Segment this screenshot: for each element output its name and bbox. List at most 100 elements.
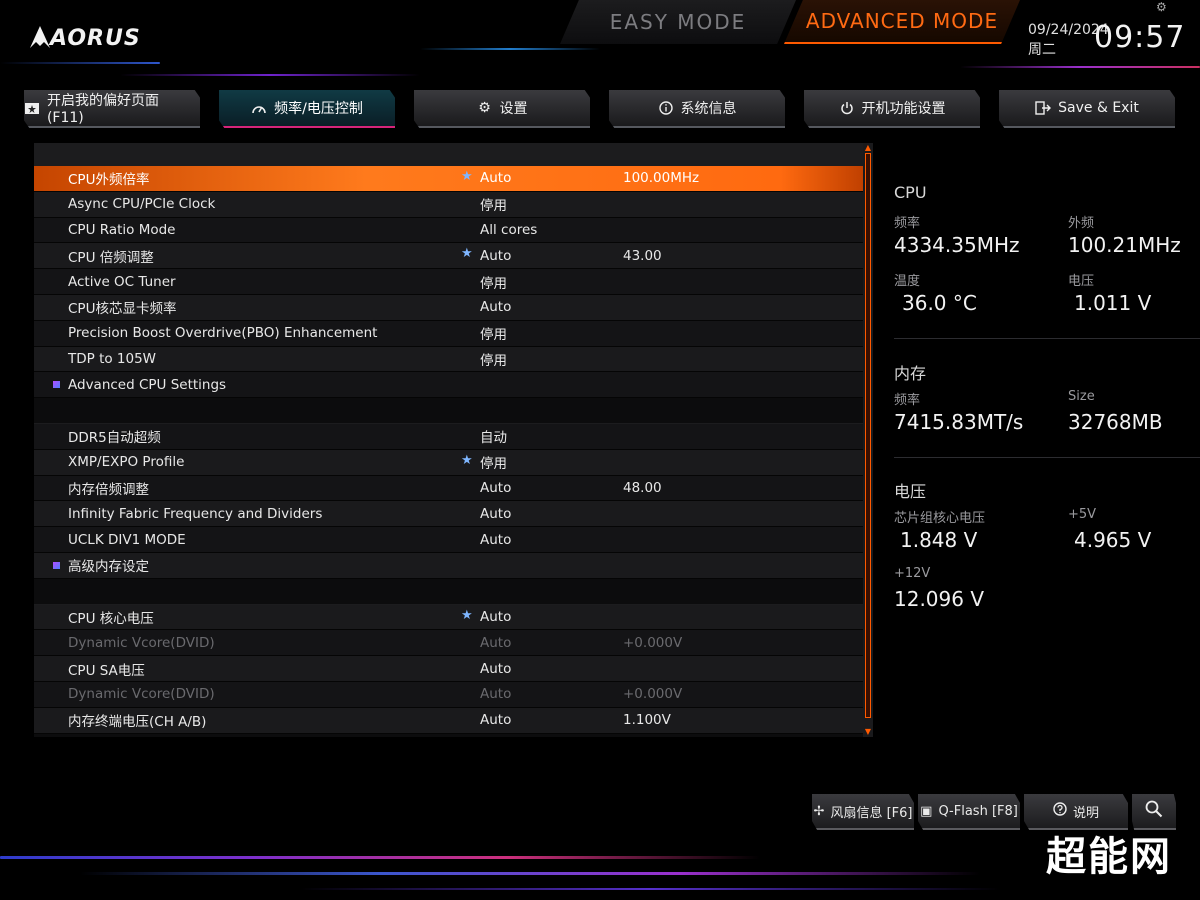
setting-name: XMP/EXPO Profile xyxy=(68,454,185,471)
search-icon xyxy=(1145,800,1163,822)
scroll-thumb[interactable] xyxy=(865,153,871,718)
setting-value: 停用 xyxy=(480,352,507,369)
setting-name: DDR5自动超频 xyxy=(68,430,161,447)
setting-value: 停用 xyxy=(480,456,507,473)
settings-spacer-row xyxy=(34,398,863,424)
settings-spacer-row xyxy=(34,578,863,605)
settings-gear-icon[interactable]: ⚙ xyxy=(1156,0,1170,14)
settings-row[interactable]: Async CPU/PCIe Clock 停用 xyxy=(34,191,863,218)
tab-my-favorites[interactable]: 开启我的偏好页面 (F11) xyxy=(24,90,200,128)
settings-row[interactable]: Active OC Tuner 停用 xyxy=(34,269,863,295)
settings-row[interactable]: CPU 核心电压 ★ Auto xyxy=(34,604,863,631)
tab-label: Save & Exit xyxy=(1058,100,1139,116)
easy-mode-tab[interactable]: EASY MODE xyxy=(560,0,796,44)
settings-row[interactable]: Dynamic Vcore(DVID) Auto +0.000V xyxy=(34,630,863,657)
setting-value: Auto xyxy=(480,660,512,677)
divider xyxy=(894,457,1200,458)
setting-value: Auto xyxy=(480,247,512,264)
settings-row[interactable]: 内存终端电压(CH A/B) Auto 1.100V xyxy=(34,707,863,734)
divider xyxy=(894,338,1200,339)
settings-row[interactable]: CPU Ratio Mode All cores xyxy=(34,217,863,244)
settings-row[interactable]: UCLK DIV1 MODE Auto xyxy=(34,527,863,553)
settings-row[interactable]: CPU SA电压 Auto xyxy=(34,656,863,682)
cpu-volt-value: 1.011 V xyxy=(1074,291,1152,315)
settings-row[interactable]: XMP/EXPO Profile ★ 停用 xyxy=(34,449,863,476)
decor-streak xyxy=(120,74,420,76)
favorite-star-icon[interactable]: ★ xyxy=(461,169,473,184)
tab-settings[interactable]: ⚙ 设置 xyxy=(414,90,590,128)
fan-info-label: 风扇信息 [F6] xyxy=(830,805,913,821)
v12-label: +12V xyxy=(894,566,931,581)
favorite-star-icon[interactable]: ★ xyxy=(461,453,473,468)
settings-row[interactable]: CPU 倍频调整 ★ Auto 43.00 xyxy=(34,243,863,270)
settings-rows: CPU外频倍率 ★ Auto 100.00MHz Async CPU/PCIe Cloc… xyxy=(34,166,863,734)
settings-row[interactable]: Dynamic Vcore(DVID) Auto +0.000V xyxy=(34,681,863,708)
tab-label: 系统信息 xyxy=(680,101,737,117)
setting-current-value: 100.00MHz xyxy=(623,170,700,187)
qflash-button[interactable]: ▣ Q-Flash [F8] xyxy=(918,794,1020,830)
decor-streak xyxy=(0,62,160,64)
decor-streak xyxy=(0,856,760,859)
setting-name: 内存倍频调整 xyxy=(68,481,149,498)
setting-name: CPU SA电压 xyxy=(68,662,145,679)
settings-list: CPU外频倍率 ★ Auto 100.00MHz Async CPU/PCIe Cloc… xyxy=(34,143,863,737)
submenu-bullet-icon xyxy=(53,561,60,569)
favorite-star-icon[interactable]: ★ xyxy=(461,608,473,623)
fan-info-button[interactable]: ✢ 风扇信息 [F6] xyxy=(812,794,914,830)
setting-current-value: 43.00 xyxy=(623,247,662,264)
settings-submenu-row[interactable]: 高级内存设定 xyxy=(34,552,863,579)
settings-row[interactable]: Infinity Fabric Frequency and Dividers Au… xyxy=(34,501,863,528)
setting-value: Auto xyxy=(480,170,512,187)
voltage-section-title: 电压 xyxy=(894,482,927,501)
settings-row[interactable]: 内存倍频调整 Auto 48.00 xyxy=(34,475,863,502)
cpu-freq-label: 频率 xyxy=(894,216,921,231)
clock-time: 09:57 xyxy=(1094,20,1186,55)
settings-row[interactable]: CPU外频倍率 ★ Auto 100.00MHz xyxy=(34,166,863,192)
mem-size-value: 32768MB xyxy=(1068,410,1163,434)
decor-streak xyxy=(300,888,1000,890)
scroll-up-icon[interactable]: ▲ xyxy=(863,143,873,153)
setting-name: UCLK DIV1 MODE xyxy=(68,531,186,548)
settings-row[interactable]: CPU核芯显卡频率 Auto xyxy=(34,294,863,321)
exit-icon xyxy=(1035,100,1052,116)
setting-value: Auto xyxy=(480,531,512,548)
settings-row[interactable]: TDP to 105W 停用 xyxy=(34,346,863,373)
setting-name: CPU外频倍率 xyxy=(68,172,150,189)
favorite-star-icon[interactable]: ★ xyxy=(461,246,473,261)
setting-value: Auto xyxy=(480,608,512,625)
tab-label: 频率/电压控制 xyxy=(274,101,363,117)
mem-size-label: Size xyxy=(1068,389,1095,404)
cpu-volt-label: 电压 xyxy=(1068,274,1095,289)
fan-icon: ✢ xyxy=(813,803,825,819)
gear-icon: ⚙ xyxy=(478,100,491,116)
setting-value: 停用 xyxy=(480,327,507,344)
setting-value: 自动 xyxy=(480,430,507,447)
setting-name: CPU核芯显卡频率 xyxy=(68,301,177,318)
cpu-temp-label: 温度 xyxy=(894,274,921,289)
settings-row[interactable]: Precision Boost Overdrive(PBO) Enhanceme… xyxy=(34,320,863,347)
setting-value: 停用 xyxy=(480,275,507,292)
setting-current-value: 1.100V xyxy=(623,712,671,729)
chipset-volt-value: 1.848 V xyxy=(900,528,978,552)
tab-freq-voltage[interactable]: 频率/电压控制 xyxy=(219,90,395,128)
submenu-bullet-icon xyxy=(53,381,60,389)
setting-name: 内存终端电压(CH A/B) xyxy=(68,714,207,731)
settings-submenu-row[interactable]: Advanced CPU Settings xyxy=(34,372,863,399)
decor-streak xyxy=(960,66,1200,68)
setting-value: Auto xyxy=(480,686,512,703)
tab-system-info[interactable]: 系统信息 xyxy=(609,90,785,128)
setting-name: Active OC Tuner xyxy=(68,273,176,290)
scroll-down-icon[interactable]: ▼ xyxy=(863,727,873,737)
power-icon xyxy=(839,100,855,116)
settings-scrollbar[interactable]: ▲ ▼ xyxy=(863,143,873,737)
memory-section-title: 内存 xyxy=(894,364,927,383)
tab-boot[interactable]: 开机功能设置 xyxy=(804,90,980,128)
gauge-icon xyxy=(251,100,267,116)
tab-save-exit[interactable]: Save & Exit xyxy=(999,90,1175,128)
mem-freq-label: 频率 xyxy=(894,393,921,408)
settings-row[interactable]: DDR5自动超频 自动 xyxy=(34,423,863,450)
setting-name: Advanced CPU Settings xyxy=(68,376,227,393)
site-watermark: 超能网 xyxy=(1046,834,1172,880)
cpu-section-title: CPU xyxy=(894,183,927,202)
advanced-mode-tab[interactable]: ADVANCED MODE xyxy=(784,0,1020,44)
